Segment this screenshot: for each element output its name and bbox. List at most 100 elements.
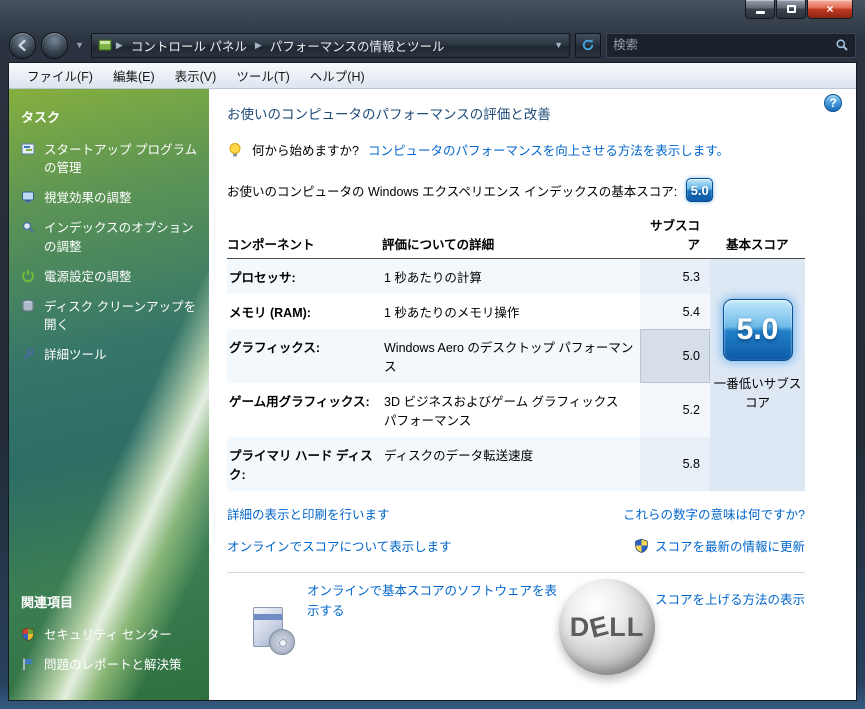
breadcrumb: コントロール パネル パフォーマンスの情報とツール [90,32,570,58]
monitor-icon [21,189,36,207]
content: タスク スタートアップ プログラムの管理 視覚効果の調整 インデックスのオプショ… [9,89,856,700]
sidebar-item-indexing-options[interactable]: インデックスのオプションの調整 [21,219,199,255]
header-subscore: サブスコア [649,219,700,252]
uac-shield-icon [635,538,648,553]
online-software-link[interactable]: オンラインで基本スコアのソフトウェアを表示する [307,581,559,621]
breadcrumb-control-panel[interactable]: コントロール パネル [127,34,251,57]
improve-performance-link[interactable]: コンピュータのパフォーマンスを向上させる方法を表示します。 [368,140,729,159]
row-subscore: 5.4 [640,294,710,329]
sidebar-item-security-center[interactable]: セキュリティ センター [21,626,199,644]
details-print-link[interactable]: 詳細の表示と印刷を行います [227,504,390,523]
base-score-caption: 一番低いサブスコア [713,377,802,411]
chevron-right-icon [255,40,262,51]
online-score-link[interactable]: オンラインでスコアについて表示します [227,536,452,555]
table-row-processor: プロセッサ: 1 秒あたりの計算 5.3 [227,259,710,294]
sidebar-item-disk-cleanup[interactable]: ディスク クリーンアップを開く [21,298,199,334]
base-score-badge: 5.0 [722,299,793,361]
base-score-badge-small: 5.0 [686,178,714,202]
security-shield-icon [21,626,36,644]
menu-tools[interactable]: ツール(T) [226,62,299,89]
tools-icon [21,346,36,364]
links-row-1: 詳細の表示と印刷を行います これらの数字の意味は何ですか? [227,504,805,523]
refresh-button[interactable] [575,32,601,58]
startup-programs-icon [21,141,36,177]
search-input[interactable] [613,38,831,52]
maximize-icon [786,5,796,13]
refresh-score-link[interactable]: スコアを最新の情報に更新 [655,536,805,555]
menu-help[interactable]: ヘルプ(H) [300,62,375,89]
row-detail: ディスクのデータ転送速度 [384,449,534,463]
links-row-2: オンラインでスコアについて表示します スコアを最新の情報に更新 [227,536,805,555]
header-basescore: 基本スコア [726,238,789,252]
close-button[interactable]: × [807,0,853,19]
footer-section: オンラインで基本スコアのソフトウェアを表示する DELL スコアを上げる方法の表… [227,573,805,700]
row-detail: 1 秒あたりのメモリ操作 [384,306,520,320]
main-panel: ? お使いのコンピュータのパフォーマンスの評価と改善 何から始めますか? コンピ… [209,89,856,700]
flag-icon [21,656,36,674]
row-component: プライマリ ハード ディスク: [229,449,373,482]
row-component: ゲーム用グラフィックス: [229,395,370,409]
maximize-button[interactable] [776,0,806,19]
sidebar-item-visual-effects[interactable]: 視覚効果の調整 [21,189,199,207]
header-component: コンポーネント [227,238,315,252]
header-detail: 評価についての詳細 [382,238,495,252]
help-glyph: ? [829,96,837,110]
numbers-meaning-link[interactable]: これらの数字の意味は何ですか? [623,504,805,523]
dell-logo: DELL [559,579,655,675]
base-score-row: お使いのコンピュータの Windows エクスペリエンス インデックスの基本スコ… [227,178,856,202]
row-component: プロセッサ: [229,271,296,285]
minimize-button[interactable] [745,0,775,19]
sidebar-item-startup-programs[interactable]: スタートアップ プログラムの管理 [21,141,199,177]
sidebar-item-problem-reports[interactable]: 問題のレポートと解決策 [21,656,199,674]
titlebar: × [0,0,865,28]
page-title: お使いのコンピュータのパフォーマンスの評価と改善 [227,107,551,122]
sidebar-item-label: セキュリティ センター [44,627,172,642]
row-subscore: 5.0 [640,329,710,383]
row-subscore: 5.3 [640,259,710,294]
breadcrumb-dropdown-icon[interactable] [554,40,563,50]
magnifier-icon [21,219,36,255]
back-button[interactable] [9,31,36,59]
arrow-right-icon [48,39,61,52]
forward-button[interactable] [41,31,68,59]
refresh-score-group: スコアを最新の情報に更新 [634,536,805,555]
menu-bar: ファイル(F) 編集(E) 表示(V) ツール(T) ヘルプ(H) [9,63,856,89]
recent-pages-dropdown-icon[interactable]: ▼ [73,40,86,50]
score-rows: プロセッサ: 1 秒あたりの計算 5.3 メモリ (RAM): 1 秒あたりのメ… [227,259,710,491]
arrow-left-icon [18,39,26,51]
row-detail: 3D ビジネスおよびゲーム グラフィックス パフォーマンス [384,395,619,428]
sidebar: タスク スタートアップ プログラムの管理 視覚効果の調整 インデックスのオプショ… [9,89,209,700]
sidebar-item-label: 問題のレポートと解決策 [44,657,182,672]
score-table-header: コンポーネント 評価についての詳細 サブスコア 基本スコア [227,215,805,259]
app-window: × ▼ コントロール パネル パフォーマンスの情報とツール [0,0,865,709]
search-icon[interactable] [835,38,849,52]
menu-edit[interactable]: 編集(E) [103,62,165,89]
table-row-memory: メモリ (RAM): 1 秒あたりのメモリ操作 5.4 [227,294,710,329]
improve-score-link[interactable]: スコアを上げる方法の表示 [655,589,805,608]
menu-view[interactable]: 表示(V) [165,62,227,89]
close-icon: × [826,2,834,16]
tip-row: 何から始めますか? コンピュータのパフォーマンスを向上させる方法を表示します。 [227,140,856,159]
row-component: メモリ (RAM): [229,306,311,320]
power-icon [21,268,36,286]
table-row-primary-disk: プライマリ ハード ディスク: ディスクのデータ転送速度 5.8 [227,437,710,491]
menu-file[interactable]: ファイル(F) [17,62,103,89]
sidebar-item-advanced-tools[interactable]: 詳細ツール [21,346,199,364]
sidebar-item-power-settings[interactable]: 電源設定の調整 [21,268,199,286]
sidebar-item-label: 視覚効果の調整 [44,191,132,206]
table-row-gaming-graphics: ゲーム用グラフィックス: 3D ビジネスおよびゲーム グラフィックス パフォーマ… [227,383,710,437]
help-icon[interactable]: ? [824,94,842,112]
breadcrumb-current[interactable]: パフォーマンスの情報とツール [266,34,449,57]
dell-letter: L [626,611,645,642]
sidebar-item-label: 電源設定の調整 [44,269,132,284]
score-table: コンポーネント 評価についての詳細 サブスコア 基本スコア プロセッサ: 1 秒… [227,215,805,491]
window-controls: × [744,0,853,19]
sidebar-item-label: ディスク クリーンアップを開く [44,299,196,332]
base-score-panel: 5.0 一番低いサブスコア [710,259,805,491]
minimize-icon [755,10,765,14]
software-box-icon [253,607,299,655]
table-row-graphics: グラフィックス: Windows Aero のデスクトップ パフォーマンス 5.… [227,329,710,383]
row-detail: Windows Aero のデスクトップ パフォーマンス [384,341,634,374]
row-subscore: 5.2 [640,383,710,437]
